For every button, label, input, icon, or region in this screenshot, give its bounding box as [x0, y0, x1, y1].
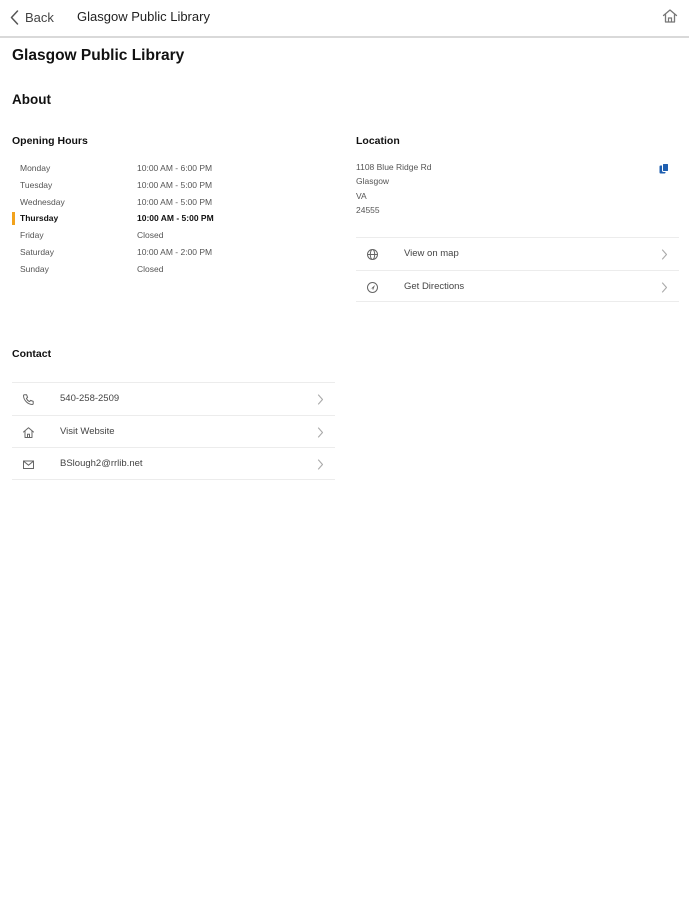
hours-row-today: Thursday 10:00 AM - 5:00 PM	[12, 211, 312, 228]
contact-list: 540-258-2509 Visit Website BSlough2@rrli…	[12, 382, 335, 480]
contact-phone-label: 540-258-2509	[60, 393, 120, 404]
get-directions-row[interactable]: Get Directions	[356, 269, 679, 302]
hours-day: Sunday	[20, 263, 49, 274]
address-line-city: Glasgow	[356, 176, 390, 187]
phone-icon	[23, 394, 34, 405]
hours-time: 10:00 AM - 2:00 PM	[137, 246, 213, 257]
hours-time: Closed	[137, 263, 164, 274]
hours-day: Wednesday	[20, 196, 65, 207]
directions-icon	[367, 281, 378, 293]
today-marker	[12, 212, 15, 226]
navigation-bar: Back Glasgow Public Library	[0, 0, 689, 38]
address-line-street: 1108 Blue Ridge Rd	[356, 162, 432, 172]
chevron-right-icon	[661, 249, 668, 260]
globe-icon	[367, 249, 378, 260]
hours-day: Thursday	[20, 213, 59, 224]
contact-website-label: Visit Website	[60, 425, 115, 437]
nav-title: Glasgow Public Library	[77, 9, 210, 24]
chevron-right-icon	[317, 394, 324, 405]
view-on-map-row[interactable]: View on map	[356, 237, 679, 270]
hours-time: 10:00 AM - 6:00 PM	[137, 163, 213, 173]
hours-row: Monday 10:00 AM - 6:00 PM	[12, 161, 312, 178]
back-button[interactable]: Back	[10, 8, 54, 26]
home-icon	[662, 9, 678, 23]
view-on-map-label: View on map	[404, 248, 459, 259]
hours-row: Tuesday 10:00 AM - 5:00 PM	[12, 178, 312, 195]
opening-hours-table: Monday 10:00 AM - 6:00 PM Tuesday 10:00 …	[12, 161, 312, 279]
mail-icon	[23, 460, 34, 469]
chevron-left-icon	[10, 9, 19, 25]
chevron-right-icon	[317, 426, 324, 438]
page-title: Glasgow Public Library	[12, 47, 185, 64]
get-directions-label: Get Directions	[404, 280, 465, 292]
contact-heading: Contact	[12, 348, 52, 360]
hours-row: Sunday Closed	[12, 262, 312, 279]
chevron-right-icon	[317, 459, 324, 470]
about-heading: About	[12, 92, 51, 107]
copy-address-button[interactable]	[659, 161, 669, 174]
hours-time: 10:00 AM - 5:00 PM	[137, 213, 214, 224]
hours-time: 10:00 AM - 5:00 PM	[137, 179, 213, 190]
chevron-right-icon	[661, 281, 668, 293]
hours-day: Friday	[20, 230, 44, 241]
contact-email-row[interactable]: BSlough2@rrlib.net	[12, 447, 335, 480]
opening-hours-heading: Opening Hours	[12, 135, 88, 147]
hours-day: Saturday	[20, 246, 55, 257]
back-label: Back	[25, 9, 54, 25]
contact-website-row[interactable]: Visit Website	[12, 414, 335, 448]
address-line-state: VA	[356, 190, 367, 201]
contact-email-label: BSlough2@rrlib.net	[60, 458, 143, 469]
hours-row: Wednesday 10:00 AM - 5:00 PM	[12, 195, 312, 212]
hours-time: 10:00 AM - 5:00 PM	[137, 196, 213, 207]
hours-time: Closed	[137, 230, 164, 241]
contact-phone-row[interactable]: 540-258-2509	[12, 382, 335, 415]
address-line-zip: 24555	[356, 204, 380, 215]
home-icon	[23, 426, 34, 438]
address-block: 1108 Blue Ridge Rd Glasgow VA 24555	[356, 160, 431, 217]
location-heading: Location	[356, 135, 400, 147]
hours-day: Monday	[20, 163, 51, 173]
home-button[interactable]	[661, 7, 679, 25]
location-actions-list: View on map Get Directions	[356, 237, 679, 302]
copy-icon	[659, 163, 669, 174]
hours-row: Saturday 10:00 AM - 2:00 PM	[12, 245, 312, 262]
hours-row: Friday Closed	[12, 228, 312, 245]
hours-day: Tuesday	[20, 179, 53, 190]
